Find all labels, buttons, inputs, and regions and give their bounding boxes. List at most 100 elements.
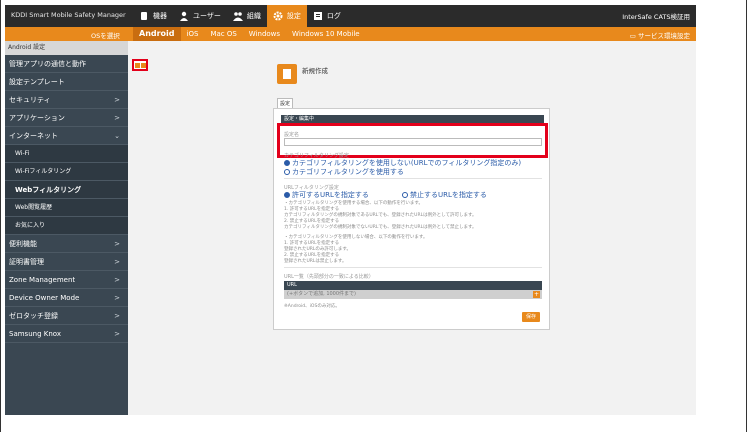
- divider: [284, 178, 542, 179]
- sidebar-item-label: 設定テンプレート: [9, 78, 65, 86]
- sidebar-item-label: アプリケーション: [9, 114, 65, 122]
- name-label: 設定名: [284, 132, 300, 138]
- nav-users[interactable]: ユーザー: [173, 5, 227, 27]
- chevron-right-icon: >: [114, 276, 120, 284]
- sidebar-item-convenience[interactable]: 便利機能 >: [5, 235, 128, 253]
- sidebar-item-label: Wi-Fi: [15, 150, 30, 157]
- service-settings-label: サービス環境設定: [638, 32, 690, 40]
- sidebar-item-zone-management[interactable]: Zone Management >: [5, 271, 128, 289]
- os-bar: OSを選択 Android iOS Mac OS Windows Windows…: [5, 27, 696, 41]
- sidebar-item-favorites[interactable]: お気に入り: [5, 217, 128, 235]
- sidebar-item-label: Web閲覧履歴: [15, 204, 53, 211]
- sidebar-item-web-history[interactable]: Web閲覧履歴: [5, 199, 128, 217]
- organization-name: InterSafe CATS検証用: [622, 13, 690, 21]
- sidebar-item-wifi-filtering[interactable]: Wi-Fiフィルタリング: [5, 163, 128, 181]
- sidebar-item-device-owner[interactable]: Device Owner Mode >: [5, 289, 128, 307]
- chevron-right-icon: >: [114, 312, 120, 320]
- gear-icon: [273, 11, 283, 21]
- sidebar: Android 設定 管理アプリの通信と動作 設定テンプレート セキュリティ > …: [5, 41, 128, 415]
- sidebar-item-label: 証明書管理: [9, 258, 44, 266]
- radio-selected-icon: [284, 160, 290, 166]
- note-line: カテゴリフィルタリングの規制対象でないURLでも、登録されたURLは例外として禁…: [284, 225, 477, 230]
- radio-no-category-label: カテゴリフィルタリングを使用しない(URLでのフィルタリング指定のみ): [292, 159, 522, 167]
- divider: [284, 267, 542, 268]
- nav-organization-label: 組織: [246, 12, 261, 20]
- sidebar-item-samsung-knox[interactable]: Samsung Knox >: [5, 325, 128, 343]
- sidebar-item-zero-touch[interactable]: ゼロタッチ登録 >: [5, 307, 128, 325]
- sidebar-item-label: セキュリティ: [9, 96, 51, 104]
- os-tabs: Android iOS Mac OS Windows Windows 10 Mo…: [133, 27, 366, 41]
- sidebar-item-label: Device Owner Mode: [9, 294, 80, 302]
- sidebar-item-label: Webフィルタリング: [15, 186, 82, 194]
- tab-android[interactable]: Android: [133, 27, 181, 41]
- os-select-label: OSを選択: [91, 32, 120, 40]
- tab-macos[interactable]: Mac OS: [204, 27, 242, 41]
- url-placeholder: (+ボタンで追加, 1000件まで): [287, 291, 356, 297]
- new-document-icon: [277, 64, 297, 84]
- copy-button[interactable]: [140, 62, 146, 68]
- chevron-right-icon: >: [114, 240, 120, 248]
- chevron-right-icon: >: [114, 294, 120, 302]
- url-list-label: URL一覧（先頭部分の一致による比較）: [284, 274, 374, 280]
- sidebar-item-label: 管理アプリの通信と動作: [9, 60, 86, 68]
- sidebar-item-label: Samsung Knox: [9, 330, 61, 338]
- radio-use-category-label: カテゴリフィルタリングを使用する: [292, 168, 404, 176]
- nav-organization[interactable]: 組織: [227, 5, 267, 27]
- page-title: 新規作成: [302, 67, 328, 75]
- device-icon: [139, 11, 149, 21]
- sidebar-header: Android 設定: [5, 41, 128, 55]
- radio-selected-icon: [284, 192, 290, 198]
- sidebar-item-certificates[interactable]: 証明書管理 >: [5, 253, 128, 271]
- sidebar-item-label: ゼロタッチ登録: [9, 312, 58, 320]
- tab-windows[interactable]: Windows: [243, 27, 286, 41]
- app-window: KDDI Smart Mobile Safety Manager 機器 ユーザー…: [5, 5, 696, 415]
- nav-devices[interactable]: 機器: [133, 5, 173, 27]
- name-input[interactable]: [284, 138, 542, 146]
- main-nav: 機器 ユーザー 組織 設定 ログ: [133, 5, 347, 27]
- nav-settings[interactable]: 設定: [266, 5, 307, 27]
- url-table: URL (+ボタンで追加, 1000件まで) +: [284, 281, 542, 299]
- radio-block-url[interactable]: 禁止するURLを指定する: [402, 190, 487, 200]
- chevron-right-icon: >: [114, 96, 120, 104]
- screenshot-frame: KDDI Smart Mobile Safety Manager 機器 ユーザー…: [0, 0, 747, 432]
- save-button[interactable]: 保存: [522, 312, 540, 322]
- footnote: ※Android、iOSのみ対応。: [284, 304, 340, 309]
- radio-allow-label: 許可するURLを指定する: [292, 191, 369, 199]
- user-icon: [179, 11, 189, 21]
- nav-users-label: ユーザー: [193, 12, 221, 20]
- radio-block-label: 禁止するURLを指定する: [410, 191, 487, 199]
- sidebar-item-wifi[interactable]: Wi-Fi: [5, 145, 128, 163]
- add-url-button[interactable]: +: [533, 291, 540, 298]
- tab-windows10-mobile[interactable]: Windows 10 Mobile: [286, 27, 366, 41]
- note-line: 登録されたURLは禁止します。: [284, 259, 347, 264]
- sidebar-item-label: 便利機能: [9, 240, 37, 248]
- radio-use-category[interactable]: カテゴリフィルタリングを使用する: [284, 167, 404, 177]
- main-content: 新規作成 設定 設定・編集中 設定名 カテゴリフィルタリング設定 カテゴリフィル…: [262, 46, 695, 415]
- nav-devices-label: 機器: [153, 12, 167, 20]
- list-action-buttons: [132, 59, 148, 71]
- radio-allow-url[interactable]: 許可するURLを指定する: [284, 190, 369, 200]
- sidebar-item-label: Zone Management: [9, 276, 76, 284]
- sidebar-item-templates[interactable]: 設定テンプレート: [5, 73, 128, 91]
- sidebar-item-applications[interactable]: アプリケーション >: [5, 109, 128, 127]
- sidebar-item-web-filtering[interactable]: Webフィルタリング: [5, 181, 128, 199]
- tab-settings[interactable]: 設定: [277, 98, 293, 108]
- organization-icon: [232, 11, 243, 21]
- app-title: KDDI Smart Mobile Safety Manager: [11, 11, 126, 19]
- sidebar-item-label: お気に入り: [15, 222, 46, 229]
- chevron-right-icon: >: [114, 330, 120, 338]
- sidebar-item-internet[interactable]: インターネット ⌄: [5, 127, 128, 145]
- chevron-down-icon: ⌄: [114, 132, 120, 140]
- nav-log[interactable]: ログ: [307, 5, 347, 27]
- top-bar: KDDI Smart Mobile Safety Manager 機器 ユーザー…: [5, 5, 696, 27]
- service-settings-link[interactable]: ▭ サービス環境設定: [630, 30, 690, 40]
- sidebar-item-app-communication[interactable]: 管理アプリの通信と動作: [5, 55, 128, 73]
- add-button[interactable]: [134, 62, 140, 68]
- url-add-row: (+ボタンで追加, 1000件まで) +: [284, 290, 542, 299]
- chevron-right-icon: >: [114, 258, 120, 266]
- log-icon: [313, 11, 323, 21]
- settings-panel: 設定・編集中 設定名 カテゴリフィルタリング設定 カテゴリフィルタリングを使用し…: [273, 108, 550, 330]
- sidebar-item-security[interactable]: セキュリティ >: [5, 91, 128, 109]
- radio-empty-icon: [402, 192, 408, 198]
- tab-ios[interactable]: iOS: [181, 27, 205, 41]
